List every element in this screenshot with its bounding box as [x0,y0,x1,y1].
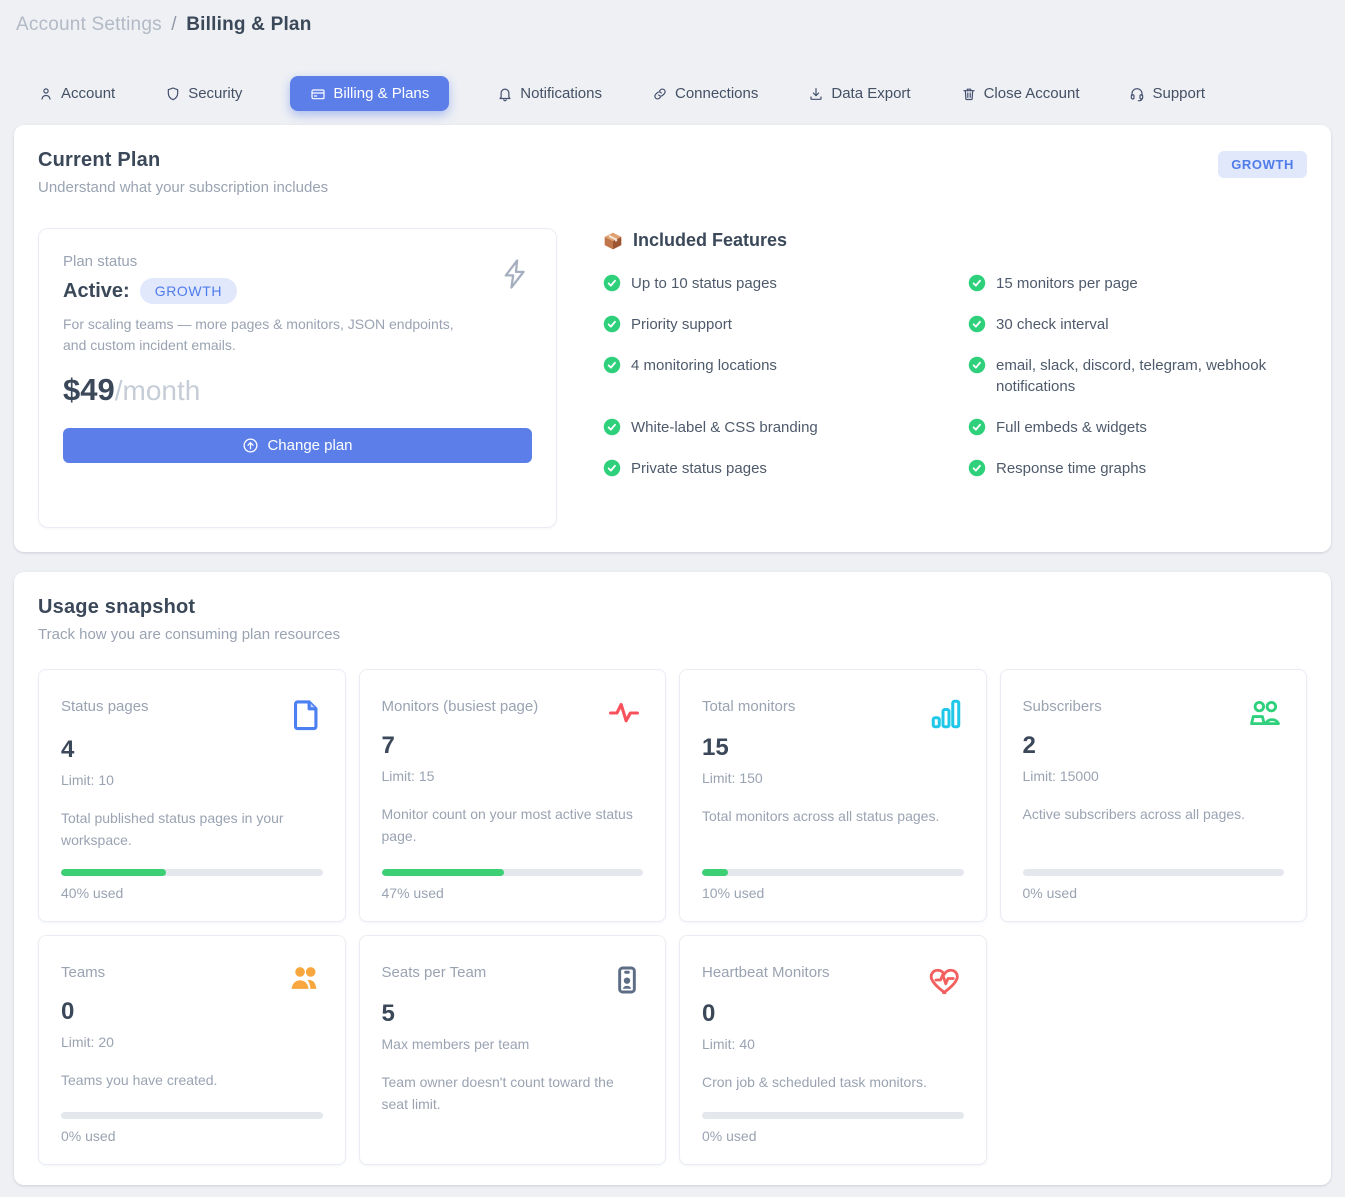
link-icon [652,86,668,102]
bell-icon [497,86,513,102]
tab-connections[interactable]: Connections [650,77,760,110]
feature-item: 15 monitors per page [968,273,1298,295]
person-icon [38,86,54,102]
usage-card-monitors-busiest: Monitors (busiest page) 7 Limit: 15 Moni… [359,669,667,922]
check-circle-icon [603,459,621,477]
usage-card-heartbeat-monitors: Heartbeat Monitors 0 Limit: 40 Cron job … [679,935,987,1165]
feature-item: 30 check interval [968,314,1298,336]
check-circle-icon [968,459,986,477]
plan-status-value: Active: [63,280,130,303]
heart-pulse-icon [926,962,964,998]
usage-card-total-monitors: Total monitors 15 Limit: 150 Total monit… [679,669,987,922]
plan-tier-badge: GROWTH [140,278,237,304]
plan-status-box: Plan status Active: GROWTH For scaling t… [38,228,557,528]
usage-card-status-pages: Status pages 4 Limit: 10 Total published… [38,669,346,922]
bar-chart-icon [928,696,964,732]
features-title: Included Features [633,230,787,251]
feature-item: Private status pages [603,458,933,480]
features-grid: Up to 10 status pages 15 monitors per pa… [603,273,1307,480]
package-icon [603,231,623,251]
plan-badge: GROWTH [1218,151,1307,178]
feature-item: Response time graphs [968,458,1298,480]
change-plan-button[interactable]: Change plan [63,428,532,463]
usage-progress: 0% used [61,1094,323,1144]
file-icon [289,696,323,734]
breadcrumb-section[interactable]: Account Settings [16,14,162,35]
usage-progress: 40% used [61,851,323,901]
zap-icon [498,255,532,293]
progress-fill [702,869,728,876]
usage-progress: 47% used [382,851,644,901]
id-badge-icon [611,962,643,998]
credit-card-icon [310,86,326,102]
feature-item: Full embeds & widgets [968,417,1298,439]
price-period: /month [115,375,201,406]
breadcrumb: Account Settings / Billing & Plan [14,12,1331,36]
current-plan-title: Current Plan [38,149,328,172]
shield-icon [165,86,181,102]
usage-snapshot-card: Usage snapshot Track how you are consumi… [14,572,1331,1185]
progress-fill [61,869,166,876]
progress-fill [382,869,505,876]
usage-subtitle: Track how you are consuming plan resourc… [38,626,1307,643]
usage-grid: Status pages 4 Limit: 10 Total published… [38,669,1307,1165]
billing-page: Account Settings / Billing & Plan Accoun… [0,0,1345,1197]
check-circle-icon [968,418,986,436]
arrow-up-circle-icon [242,437,259,454]
feature-item: White-label & CSS branding [603,417,933,439]
usage-card-teams: Teams 0 Limit: 20 Teams you have created… [38,935,346,1165]
check-circle-icon [603,418,621,436]
download-icon [808,86,824,102]
feature-item: email, slack, discord, telegram, webhook… [968,355,1298,399]
check-circle-icon [603,356,621,374]
breadcrumb-separator: / [171,14,176,35]
usage-card-subscribers: Subscribers 2 Limit: 15000 Active subscr… [1000,669,1308,922]
usage-progress: 0% used [1023,851,1285,901]
current-plan-card: Current Plan Understand what your subscr… [14,125,1331,552]
usage-title: Usage snapshot [38,596,1307,619]
tab-close-account[interactable]: Close Account [959,77,1082,110]
tab-account[interactable]: Account [36,77,117,110]
included-features: Included Features Up to 10 status pages … [603,228,1307,480]
usage-card-seats-per-team: Seats per Team 5 Max members per team Te… [359,935,667,1165]
tab-notifications[interactable]: Notifications [495,77,604,110]
feature-item: Up to 10 status pages [603,273,933,295]
feature-item: 4 monitoring locations [603,355,933,399]
check-circle-icon [968,356,986,374]
plan-price: $49/month [63,372,532,408]
check-circle-icon [968,315,986,333]
settings-tabs: Account Security Billing & Plans Notific… [36,76,1331,111]
check-circle-icon [968,274,986,292]
page-title: Billing & Plan [186,14,311,35]
check-circle-icon [603,274,621,292]
current-plan-subtitle: Understand what your subscription includ… [38,179,328,196]
users-icon [1246,696,1284,730]
usage-progress: 0% used [702,1094,964,1144]
usage-progress: 10% used [702,851,964,901]
plan-description: For scaling teams — more pages & monitor… [63,314,473,356]
pulse-icon [605,696,643,730]
tab-billing-plans[interactable]: Billing & Plans [290,76,449,111]
price-amount: $49 [63,372,115,407]
plan-status-label: Plan status [63,253,532,270]
trash-icon [961,86,977,102]
tab-data-export[interactable]: Data Export [806,77,912,110]
check-circle-icon [603,315,621,333]
feature-item: Priority support [603,314,933,336]
tab-support[interactable]: Support [1127,77,1207,110]
tab-security[interactable]: Security [163,77,244,110]
headset-icon [1129,86,1145,102]
users-filled-icon [287,962,323,996]
